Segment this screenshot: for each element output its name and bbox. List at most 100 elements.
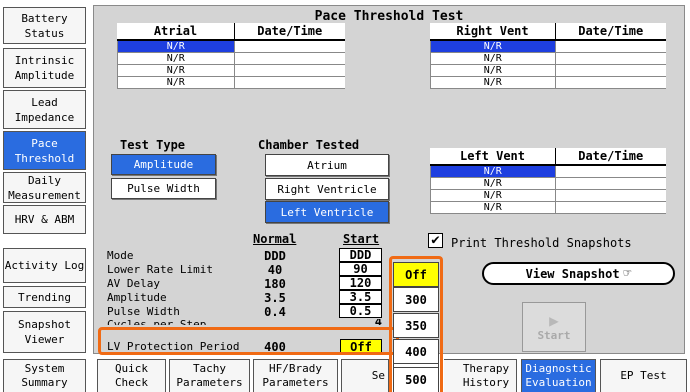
right-ventricle-button[interactable]: Right Ventricle [265,178,389,200]
table-row[interactable]: N/R [430,201,666,214]
table-cell[interactable]: N/R [117,39,235,53]
table-row[interactable]: N/R [430,52,666,65]
start-value-cycles-per-step[interactable]: 4 [339,319,382,325]
start-button-label: Start [537,328,571,342]
table-cell [233,52,345,65]
sidebar-item-activity-log[interactable]: Activity Log [3,248,86,283]
start-value-lower-rate-limit[interactable]: 90 [339,262,382,276]
normal-value-mode: DDD [264,249,286,263]
param-label-amplitude: Amplitude [107,291,167,304]
tab-hf-brady-parameters[interactable]: HF/Brady Parameters [253,359,338,392]
table-cell[interactable]: N/R [430,76,556,89]
lv-protection-option-500[interactable]: 500 [393,367,439,392]
param-label-mode: Mode [107,249,134,262]
table-cell[interactable]: N/R [430,201,556,214]
sidebar-item-battery-status[interactable]: Battery Status [3,7,86,44]
sidebar-item-trending[interactable]: Trending [3,286,86,308]
tab-system-summary[interactable]: System Summary [3,359,86,392]
table-cell[interactable]: N/R [430,39,556,53]
start-value-mode[interactable]: DDD [339,248,382,262]
table-row[interactable]: N/R [430,189,666,202]
sidebar-item-daily-measurement[interactable]: Daily Measurement [3,172,86,203]
left-ventricle-button[interactable]: Left Ventricle [265,201,389,223]
sidebar-item-lead-impedance[interactable]: Lead Impedance [3,90,86,129]
table-row[interactable]: N/R [430,177,666,190]
normal-value-pulse-width: 0.4 [264,305,286,319]
sidebar-item-label: Activity Log [4,259,85,272]
amplitude-button[interactable]: Amplitude [111,154,216,175]
lv-protection-highlight [98,327,399,355]
sidebar-item-label: Trending [18,290,71,304]
table-cell [554,52,666,65]
tab-tachy-parameters[interactable]: Tachy Parameters [169,359,250,392]
table-row[interactable]: N/R [430,39,666,53]
table-cell[interactable]: N/R [117,76,235,89]
table-cell [233,64,345,77]
normal-column-heading: Normal [253,232,297,246]
table-cell[interactable]: N/R [430,52,556,65]
table-cell [554,39,666,53]
sidebar-item-hrv-abm[interactable]: HRV & ABM [3,205,86,234]
normal-value-av-delay: 180 [264,277,286,291]
play-icon: ▶ [549,310,559,330]
column-header-date-time: Date/Time [555,23,666,41]
table-cell [554,177,666,190]
param-label-pulse-width: Pulse Width [107,305,180,318]
sidebar-item-label: Pace Threshold [14,136,75,165]
table-cell[interactable]: N/R [430,189,556,202]
sidebar-item-label: Lead Impedance [14,95,75,124]
tab-quick-check[interactable]: Quick Check [97,359,166,392]
table-cell [233,76,345,89]
table-cell [554,189,666,202]
table-cell [554,64,666,77]
table-cell[interactable]: N/R [117,64,235,77]
table-row[interactable]: N/R [430,76,666,89]
table-cell[interactable]: N/R [117,52,235,65]
table-cell[interactable]: N/R [430,64,556,77]
param-label-lower-rate-limit: Lower Rate Limit [107,263,213,276]
tab-diagnostic-evaluation[interactable]: Diagnostic Evaluation [521,359,596,392]
atrial-threshold-table: Atrial Date/Time N/R N/R N/R N/R [117,23,345,89]
sidebar-item-label: HRV & ABM [14,213,75,226]
table-cell [554,201,666,214]
sidebar-item-label: Battery Status [21,11,68,40]
normal-value-amplitude: 3.5 [264,291,286,305]
normal-value-lower-rate-limit: 40 [267,263,283,277]
test-type-heading: Test Type [120,138,186,152]
print-snapshots-checkbox[interactable]: ✔ [428,233,443,248]
tab-ep-test[interactable]: EP Test [600,359,687,392]
pulse-width-button[interactable]: Pulse Width [111,178,216,199]
sidebar-item-label: Snapshot Viewer [18,318,71,346]
table-row[interactable]: N/R [117,76,345,89]
view-snapshot-label: View Snapshot [525,266,620,281]
column-header-right-vent: Right Vent [430,23,556,41]
table-cell [233,39,345,53]
left-vent-threshold-table: Left Vent Date/Time N/R N/R N/R N/R [430,148,666,214]
sidebar-item-label: Intrinsic Amplitude [14,54,75,82]
start-column-heading: Start [343,232,380,246]
sidebar-item-intrinsic-amplitude[interactable]: Intrinsic Amplitude [3,48,86,88]
table-row[interactable]: N/R [117,52,345,65]
table-cell[interactable]: N/R [430,164,556,178]
atrium-button[interactable]: Atrium [265,154,389,176]
chamber-tested-heading: Chamber Tested [258,138,360,152]
sidebar-item-label: Daily Measurement [8,173,81,202]
tab-settings[interactable]: Se [341,359,389,392]
view-snapshot-button[interactable]: View Snapshot ☞ [482,262,675,285]
table-row[interactable]: N/R [430,64,666,77]
hand-pointer-icon: ☞ [623,266,632,281]
start-value-amplitude[interactable]: 3.5 [339,290,382,304]
table-row[interactable]: N/R [430,164,666,178]
sidebar-item-pace-threshold[interactable]: Pace Threshold [3,131,86,170]
table-row[interactable]: N/R [117,39,345,53]
right-vent-threshold-table: Right Vent Date/Time N/R N/R N/R N/R [430,23,666,89]
start-value-av-delay[interactable]: 120 [339,276,382,290]
table-row[interactable]: N/R [117,64,345,77]
column-header-date-time: Date/Time [555,148,666,166]
sidebar-item-snapshot-viewer[interactable]: Snapshot Viewer [3,311,86,353]
start-value-pulse-width[interactable]: 0.5 [339,304,382,318]
start-button[interactable]: ▶ Start [522,302,586,352]
table-cell[interactable]: N/R [430,177,556,190]
tab-therapy-history[interactable]: Therapy History [444,359,517,392]
param-label-av-delay: AV Delay [107,277,160,290]
